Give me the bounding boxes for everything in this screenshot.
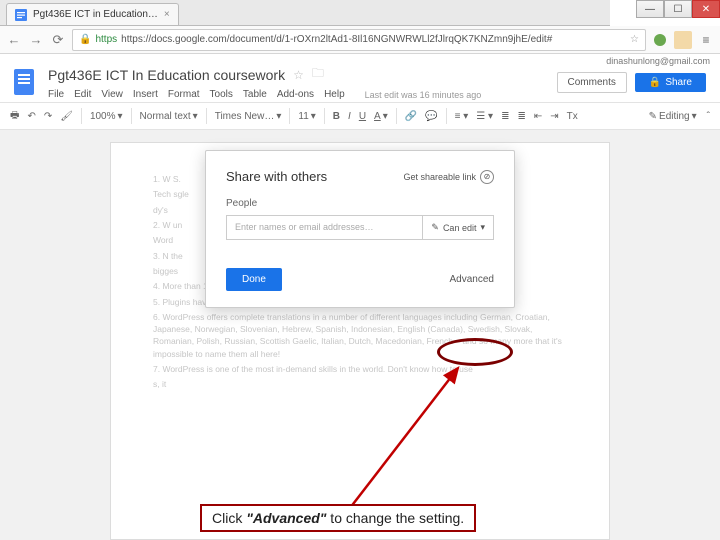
- extension-icon[interactable]: [652, 32, 668, 48]
- profile-avatar-icon[interactable]: [674, 31, 692, 49]
- annotation-oval: [437, 338, 513, 366]
- url-scheme: https: [95, 34, 117, 45]
- italic-button[interactable]: I: [348, 111, 351, 122]
- url-text: https://docs.google.com/document/d/1-rOX…: [121, 34, 552, 45]
- done-button[interactable]: Done: [226, 268, 282, 291]
- advanced-link[interactable]: Advanced: [450, 274, 494, 285]
- callout-pre: Click: [212, 510, 246, 526]
- people-input[interactable]: Enter names or email addresses…: [226, 215, 423, 240]
- people-label: People: [226, 198, 494, 209]
- get-shareable-link[interactable]: Get shareable link ⊘: [403, 170, 494, 184]
- paint-format-icon[interactable]: 🖌: [60, 111, 73, 122]
- lock-icon: 🔒: [79, 34, 91, 45]
- menu-format[interactable]: Format: [168, 89, 200, 100]
- pencil-icon: ✎: [431, 222, 439, 233]
- text-color-button[interactable]: A ▾: [374, 111, 388, 122]
- reload-button[interactable]: ⟳: [50, 32, 66, 48]
- permission-label: Can edit: [443, 223, 477, 233]
- indent-more-button[interactable]: ⇥: [550, 111, 558, 122]
- undo-icon[interactable]: ↶: [27, 111, 35, 122]
- tab-close-icon[interactable]: ×: [164, 9, 170, 20]
- numbered-list-button[interactable]: ≣: [501, 111, 509, 122]
- forward-button[interactable]: →: [28, 32, 44, 48]
- collapse-toolbar-icon[interactable]: ˆ: [707, 111, 710, 122]
- share-button[interactable]: 🔒 Share: [635, 73, 706, 92]
- underline-button[interactable]: U: [359, 111, 366, 122]
- address-bar[interactable]: 🔒 https https://docs.google.com/document…: [72, 29, 646, 51]
- back-button[interactable]: ←: [6, 32, 22, 48]
- style-dropdown[interactable]: Normal text ▾: [140, 111, 198, 122]
- menu-view[interactable]: View: [101, 89, 123, 100]
- menu-table[interactable]: Table: [243, 89, 267, 100]
- docs-logo-icon[interactable]: [10, 64, 38, 100]
- menu-insert[interactable]: Insert: [133, 89, 158, 100]
- permission-dropdown[interactable]: ✎ Can edit ▾: [423, 215, 494, 240]
- callout-post: to change the setting.: [326, 510, 464, 526]
- comments-button[interactable]: Comments: [557, 72, 627, 93]
- browser-tabstrip: Pgt436E ICT in Education… ×: [0, 0, 610, 26]
- window-close-button[interactable]: ✕: [692, 0, 720, 18]
- print-icon[interactable]: 🖶: [10, 108, 19, 125]
- tab-title: Pgt436E ICT in Education…: [33, 9, 158, 20]
- indent-less-button[interactable]: ⇤: [534, 111, 542, 122]
- clear-formatting-button[interactable]: Tx: [567, 111, 578, 122]
- document-title[interactable]: Pgt436E ICT In Education coursework: [48, 67, 285, 83]
- font-dropdown[interactable]: Times New… ▾: [215, 111, 282, 122]
- formatting-toolbar: 🖶 ↶ ↷ 🖌 100% ▾ Normal text ▾ Times New… …: [0, 102, 720, 130]
- annotation-callout: Click "Advanced" to change the setting.: [200, 504, 476, 532]
- comment-button[interactable]: 💬: [425, 111, 437, 122]
- link-icon: ⊘: [480, 170, 494, 184]
- browser-toolbar: ← → ⟳ 🔒 https https://docs.google.com/do…: [0, 26, 720, 54]
- window-maximize-button[interactable]: ☐: [664, 0, 692, 18]
- window-minimize-button[interactable]: —: [636, 0, 664, 18]
- chevron-down-icon: ▾: [480, 222, 485, 233]
- dialog-title: Share with others: [226, 169, 327, 184]
- share-lock-icon: 🔒: [649, 77, 661, 88]
- move-folder-icon[interactable]: 🗀: [312, 64, 324, 85]
- doc-line: s, it: [153, 378, 567, 390]
- menu-file[interactable]: File: [48, 89, 64, 100]
- link-button[interactable]: 🔗: [405, 111, 417, 122]
- callout-em: "Advanced": [246, 510, 326, 526]
- menu-addons[interactable]: Add-ons: [277, 89, 314, 100]
- menu-tools[interactable]: Tools: [210, 89, 233, 100]
- menu-edit[interactable]: Edit: [74, 89, 91, 100]
- zoom-dropdown[interactable]: 100% ▾: [90, 111, 123, 122]
- browser-tab[interactable]: Pgt436E ICT in Education… ×: [6, 3, 179, 25]
- star-icon[interactable]: ☆: [293, 68, 304, 82]
- align-button[interactable]: ≡ ▾: [455, 111, 469, 122]
- docs-header: Pgt436E ICT In Education coursework ☆ 🗀 …: [0, 64, 720, 100]
- doc-line: 7. WordPress is one of the most in-deman…: [153, 363, 567, 375]
- redo-icon[interactable]: ↷: [44, 111, 52, 122]
- browser-menu-icon[interactable]: ≡: [698, 32, 714, 48]
- share-dialog: Share with others Get shareable link ⊘ P…: [205, 150, 515, 308]
- get-link-label: Get shareable link: [403, 172, 476, 182]
- share-label: Share: [665, 77, 692, 88]
- fontsize-dropdown[interactable]: 11 ▾: [298, 111, 315, 122]
- bold-button[interactable]: B: [333, 111, 340, 122]
- bulleted-list-button[interactable]: ≣: [517, 111, 525, 122]
- last-modified: Last edit was 16 minutes ago: [365, 90, 482, 100]
- linespacing-button[interactable]: ☰ ▾: [476, 111, 493, 122]
- placeholder-text: Enter names or email addresses…: [235, 222, 374, 232]
- menu-help[interactable]: Help: [324, 89, 345, 100]
- bookmark-star-icon[interactable]: ☆: [630, 34, 639, 45]
- docs-favicon-icon: [15, 9, 27, 21]
- editing-mode-dropdown[interactable]: ✎ Editing ▾: [649, 111, 697, 122]
